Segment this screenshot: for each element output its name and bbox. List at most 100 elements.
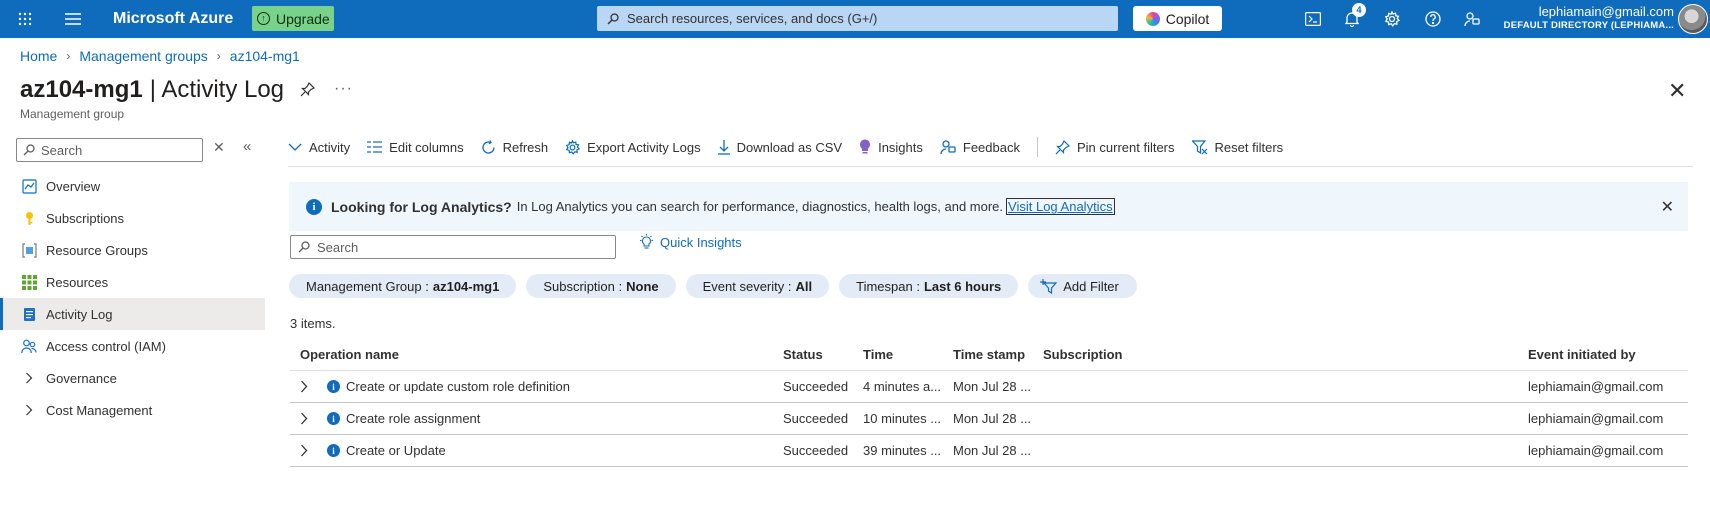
activity-button[interactable]: Activity — [288, 140, 350, 155]
refresh-button[interactable]: Refresh — [481, 140, 548, 155]
app-launcher-icon[interactable] — [13, 0, 37, 38]
feedback-person-icon[interactable] — [1462, 9, 1482, 29]
breadcrumb-home[interactable]: Home — [20, 48, 57, 64]
breadcrumb-management-groups[interactable]: Management groups — [79, 48, 207, 64]
sidebar-item-cost-management[interactable]: Cost Management — [0, 394, 265, 426]
table-header: Operation name Status Time Time stamp Su… — [290, 339, 1688, 371]
grid-icon — [21, 274, 37, 290]
status-cell: Succeeded — [783, 411, 849, 426]
brand-name[interactable]: Microsoft Azure — [113, 10, 233, 28]
close-icon[interactable]: ✕ — [1668, 80, 1686, 102]
more-options-icon[interactable]: ··· — [334, 80, 353, 98]
dismiss-icon[interactable]: ✕ — [1661, 197, 1674, 217]
initiated-by-cell: lephiamain@gmail.com — [1528, 443, 1664, 458]
expand-chevron-icon[interactable] — [300, 412, 314, 425]
sidebar-item-resource-groups[interactable]: Resource Groups — [0, 234, 265, 266]
time-cell: 4 minutes a... — [863, 379, 942, 394]
table-row[interactable]: i Create or Update Succeeded 39 minutes … — [290, 435, 1688, 467]
portal-menu-icon[interactable] — [62, 0, 84, 38]
clear-search-icon[interactable]: ✕ — [213, 139, 225, 156]
table-row[interactable]: i Create or update custom role definitio… — [290, 371, 1688, 403]
account-menu[interactable]: lephiamain@gmail.com DEFAULT DIRECTORY (… — [1504, 4, 1674, 31]
filter-pill-event-severity[interactable]: Event severity : All — [685, 274, 830, 298]
download-csv-button[interactable]: Download as CSV — [717, 139, 842, 155]
column-header-status[interactable]: Status — [783, 347, 863, 362]
operation-cell: i Create or update custom role definitio… — [290, 379, 783, 394]
export-activity-logs-button[interactable]: Export Activity Logs — [565, 139, 701, 155]
info-icon: i — [306, 198, 322, 215]
user-directory: DEFAULT DIRECTORY (LEPHIAMA... — [1503, 20, 1674, 31]
column-header-subscription[interactable]: Subscription — [1043, 347, 1528, 362]
expand-chevron-icon[interactable] — [300, 380, 314, 393]
edit-columns-label: Edit columns — [389, 139, 464, 155]
reset-filters-button[interactable]: Reset filters — [1191, 140, 1283, 155]
edit-columns-button[interactable]: Edit columns — [367, 139, 464, 155]
chevron-right-icon: › — [66, 49, 71, 63]
avatar[interactable] — [1678, 4, 1708, 34]
expand-chevron-icon[interactable] — [300, 444, 314, 457]
filter-pill-management-group[interactable]: Management Group : az104-mg1 — [289, 274, 517, 298]
column-header-time[interactable]: Time — [863, 347, 953, 362]
breadcrumb: Home › Management groups › az104-mg1 — [20, 48, 300, 64]
add-filter-label: Add Filter — [1063, 278, 1119, 294]
sidebar-search-input[interactable]: Search — [16, 138, 203, 162]
column-header-timestamp[interactable]: Time stamp — [953, 347, 1043, 362]
sidebar-item-overview[interactable]: Overview — [0, 170, 265, 202]
overview-icon — [21, 178, 37, 194]
column-header-operation[interactable]: Operation name — [290, 347, 783, 362]
breadcrumb-resource[interactable]: az104-mg1 — [230, 48, 300, 64]
collapse-sidebar-icon[interactable]: « — [243, 138, 251, 155]
operation-cell: i Create or Update — [290, 443, 783, 458]
timestamp-cell: Mon Jul 28 ... — [953, 379, 1032, 394]
filter-pill-subscription[interactable]: Subscription : None — [526, 274, 676, 298]
operation-name[interactable]: Create or Update — [346, 443, 446, 458]
resource-group-icon — [21, 242, 37, 258]
sidebar-item-access-control[interactable]: Access control (IAM) — [0, 330, 265, 362]
operation-name[interactable]: Create or update custom role definition — [346, 379, 570, 394]
gear-icon — [565, 139, 581, 155]
filter-label: Event severity : — [702, 278, 792, 294]
sidebar-item-resources[interactable]: Resources — [0, 266, 265, 298]
sidebar-item-label: Overview — [46, 178, 101, 194]
timestamp-cell: Mon Jul 28 ... — [953, 411, 1032, 426]
sidebar-item-governance[interactable]: Governance — [0, 362, 265, 394]
sidebar-item-label: Cost Management — [46, 402, 153, 418]
sidebar-item-subscriptions[interactable]: Subscriptions — [0, 202, 265, 234]
operation-name[interactable]: Create role assignment — [346, 411, 480, 426]
table-row[interactable]: i Create role assignment Succeeded 10 mi… — [290, 403, 1688, 435]
copilot-button[interactable]: Copilot — [1133, 6, 1222, 31]
sidebar-nav: Overview Subscriptions Resource Groups R… — [0, 170, 265, 426]
toolbar-divider — [288, 166, 1693, 167]
download-icon — [717, 139, 730, 155]
add-filter-button[interactable]: Add Filter — [1028, 274, 1137, 298]
copilot-icon — [1145, 11, 1160, 26]
pin-current-filters-button[interactable]: Pin current filters — [1055, 139, 1175, 155]
upgrade-button[interactable]: ↑ Upgrade — [252, 6, 334, 31]
global-search-input[interactable]: Search resources, services, and docs (G+… — [597, 6, 1118, 31]
activity-log-table: Operation name Status Time Time stamp Su… — [290, 339, 1688, 467]
export-label: Export Activity Logs — [587, 139, 701, 155]
notification-count-badge: 4 — [1352, 3, 1366, 17]
settings-gear-icon[interactable] — [1382, 9, 1402, 29]
key-icon — [21, 210, 37, 226]
quick-insights-link[interactable]: Quick Insights — [639, 234, 742, 250]
chevron-right-icon — [21, 370, 37, 386]
initiated-by-cell: lephiamain@gmail.com — [1528, 411, 1664, 426]
cloud-shell-icon[interactable] — [1303, 9, 1323, 29]
filter-pill-timespan[interactable]: Timespan : Last 6 hours — [839, 274, 1019, 298]
help-icon[interactable] — [1423, 9, 1443, 29]
insights-button[interactable]: Insights — [859, 139, 923, 155]
people-icon — [21, 338, 37, 354]
info-text: In Log Analytics you can search for perf… — [516, 199, 1004, 214]
activity-search-input[interactable]: Search — [290, 235, 616, 259]
feedback-button[interactable]: Feedback — [940, 139, 1020, 155]
status-cell: Succeeded — [783, 443, 849, 458]
page-title-resource: az104-mg1 — [20, 76, 143, 103]
command-bar: Activity Edit columns Refresh Export Act… — [288, 137, 1300, 157]
column-header-initiated-by[interactable]: Event initiated by — [1528, 347, 1688, 362]
sidebar-item-activity-log[interactable]: Activity Log — [0, 298, 265, 330]
global-search-placeholder: Search resources, services, and docs (G+… — [627, 11, 878, 26]
visit-log-analytics-link[interactable]: Visit Log Analytics — [1006, 198, 1115, 215]
initiated-by-cell: lephiamain@gmail.com — [1528, 379, 1664, 394]
pin-icon[interactable] — [300, 81, 316, 100]
